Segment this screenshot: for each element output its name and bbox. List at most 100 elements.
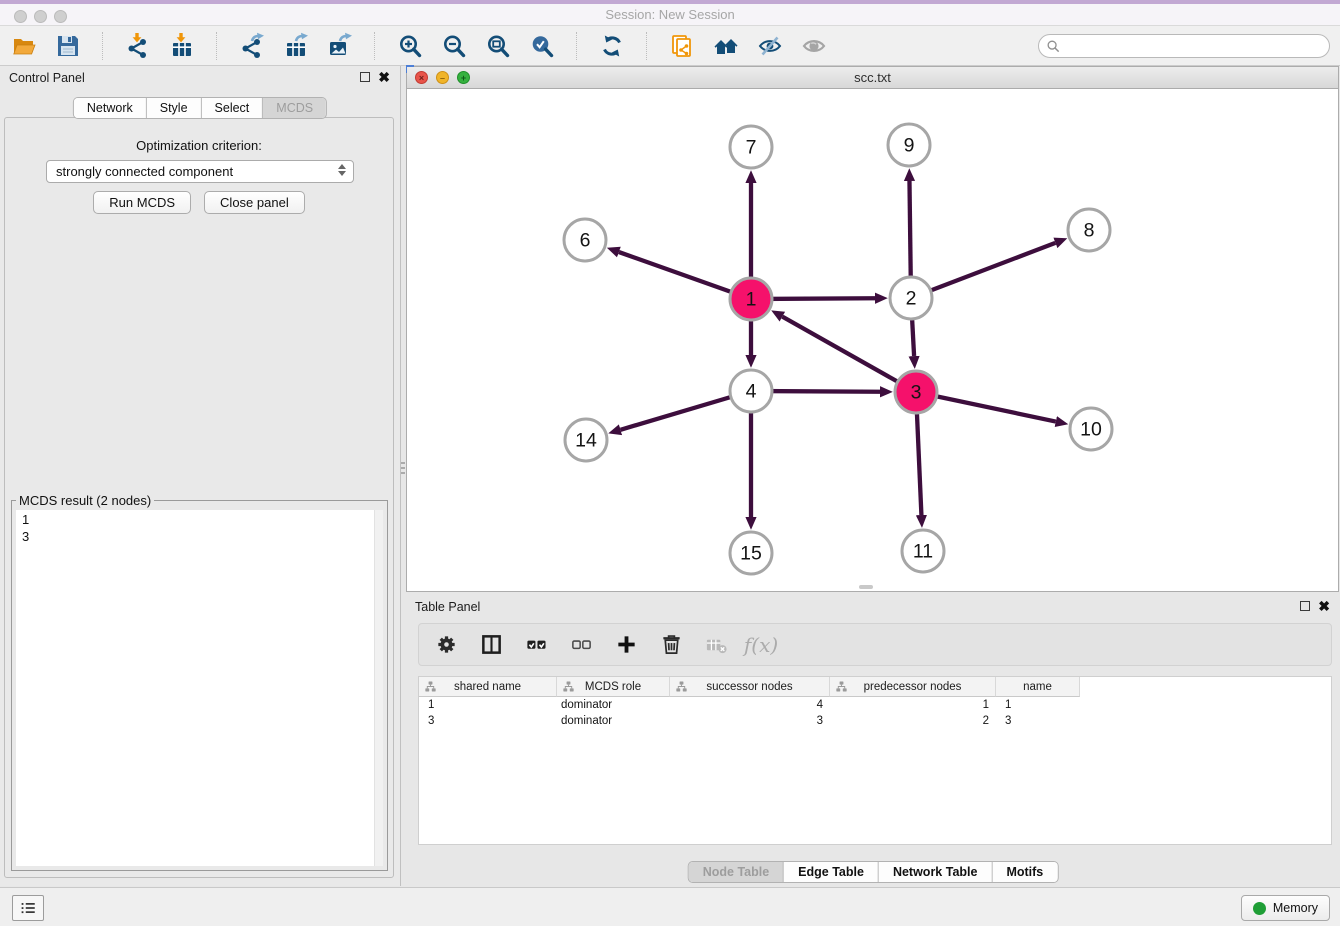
deselect-all-rows-button[interactable]	[568, 632, 594, 658]
table-cell: 1	[996, 697, 1080, 713]
edge-2-8[interactable]	[911, 243, 1055, 298]
export-network-button[interactable]	[238, 33, 265, 60]
tab-network-table[interactable]: Network Table	[879, 862, 993, 882]
app-titlebar: Session: New Session	[0, 0, 1340, 26]
delete-column-button[interactable]	[658, 632, 684, 658]
node-label: 14	[575, 430, 597, 452]
node-3[interactable]: 3	[895, 371, 937, 413]
export-table-button[interactable]	[282, 33, 309, 60]
table-row[interactable]: 1dominator411	[419, 697, 1331, 713]
network-graph[interactable]: 7 9 6 8 1 2 4 3 14 10 15 11	[407, 89, 1339, 592]
show-column-panel-button[interactable]	[478, 632, 504, 658]
zoom-in-icon	[398, 34, 422, 58]
delete-table-button[interactable]	[703, 632, 729, 658]
criterion-selected-value: strongly connected component	[56, 164, 233, 179]
network-canvas[interactable]: 7 9 6 8 1 2 4 3 14 10 15 11	[407, 89, 1338, 591]
combo-stepper-icon	[338, 164, 346, 176]
tab-edge-table[interactable]: Edge Table	[784, 862, 879, 882]
add-icon	[615, 633, 638, 656]
node-14[interactable]: 14	[565, 419, 607, 461]
app-title: Session: New Session	[0, 7, 1340, 22]
node-label: 9	[904, 135, 915, 157]
folder-open-icon	[12, 34, 36, 58]
export-table-icon	[284, 34, 308, 58]
export-image-button[interactable]	[326, 33, 353, 60]
trash-icon	[660, 633, 683, 656]
import-network-button[interactable]	[124, 33, 151, 60]
memory-button[interactable]: Memory	[1241, 895, 1330, 921]
tab-select[interactable]: Select	[202, 98, 264, 118]
table-panel-header: Table Panel ✖	[406, 595, 1340, 621]
table-row[interactable]: 3dominator323	[419, 713, 1331, 729]
node-8[interactable]: 8	[1068, 209, 1110, 251]
import-network-icon	[126, 34, 150, 58]
node-10[interactable]: 10	[1070, 408, 1112, 450]
eye-disabled-icon	[802, 34, 826, 58]
float-panel-icon[interactable]	[360, 72, 370, 82]
table-settings-button[interactable]	[433, 632, 459, 658]
node-table: shared name MCDS role successor nodesprede…	[418, 676, 1332, 845]
search-input[interactable]	[1065, 36, 1321, 56]
tab-mcds[interactable]: MCDS	[263, 98, 326, 118]
select-all-rows-button[interactable]	[523, 632, 549, 658]
node-11[interactable]: 11	[902, 530, 944, 572]
add-column-button[interactable]	[613, 632, 639, 658]
node-2[interactable]: 2	[890, 277, 932, 319]
toolbar-divider	[102, 32, 103, 60]
tab-node-table[interactable]: Node Table	[689, 862, 784, 882]
tab-style[interactable]: Style	[147, 98, 202, 118]
new-network-from-selection-button[interactable]	[668, 33, 695, 60]
zoom-in-button[interactable]	[396, 33, 423, 60]
first-neighbors-button[interactable]	[712, 33, 739, 60]
search-box[interactable]	[1038, 34, 1330, 58]
hide-selected-button[interactable]	[756, 33, 783, 60]
node-7[interactable]: 7	[730, 126, 772, 168]
node-1[interactable]: 1	[730, 278, 772, 320]
export-network-icon	[240, 34, 264, 58]
node-label: 3	[911, 382, 922, 404]
mcds-result-box[interactable]: 13	[16, 510, 383, 866]
float-table-panel-icon[interactable]	[1300, 601, 1310, 611]
column-header-name[interactable]: name	[996, 677, 1080, 697]
column-header-shared-name[interactable]: shared name	[419, 677, 557, 697]
column-header-successor-nodes[interactable]: successor nodes	[670, 677, 830, 697]
result-scrollbar[interactable]	[374, 510, 383, 866]
node-6[interactable]: 6	[564, 219, 606, 261]
zoom-fit-button[interactable]	[484, 33, 511, 60]
tab-network[interactable]: Network	[74, 98, 147, 118]
node-4[interactable]: 4	[730, 370, 772, 412]
function-builder-button[interactable]: f(x)	[748, 632, 774, 658]
zoom-selected-button[interactable]	[528, 33, 555, 60]
edge-3-1[interactable]	[782, 317, 916, 392]
automation-menu-button[interactable]	[12, 895, 44, 921]
table-cell: dominator	[557, 713, 670, 729]
toolbar-divider	[646, 32, 647, 60]
close-panel-button[interactable]: Close panel	[204, 191, 305, 214]
zoom-out-icon	[442, 34, 466, 58]
apply-layout-button[interactable]	[598, 33, 625, 60]
save-session-button[interactable]	[54, 33, 81, 60]
canvas-scrollbar-dash[interactable]	[859, 585, 873, 589]
control-panel: Control Panel ✖ NetworkStyleSelectMCDS O…	[0, 66, 401, 886]
node-15[interactable]: 15	[730, 532, 772, 574]
import-table-button[interactable]	[168, 33, 195, 60]
run-mcds-button[interactable]: Run MCDS	[93, 191, 191, 214]
node-label: 1	[746, 289, 757, 311]
split-icon	[480, 633, 503, 656]
column-header-mcds-role[interactable]: MCDS role	[557, 677, 670, 697]
tab-motifs[interactable]: Motifs	[992, 862, 1057, 882]
zoom-out-button[interactable]	[440, 33, 467, 60]
column-header-label: MCDS role	[585, 681, 641, 693]
table-cell: 1	[830, 697, 996, 713]
toolbar-divider	[374, 32, 375, 60]
node-label: 4	[746, 381, 757, 403]
criterion-select[interactable]: strongly connected component	[46, 160, 354, 183]
node-9[interactable]: 9	[888, 124, 930, 166]
close-table-panel-icon[interactable]: ✖	[1318, 600, 1330, 612]
column-header-predecessor-nodes[interactable]: predecessor nodes	[830, 677, 996, 697]
list-menu-icon	[19, 899, 37, 917]
show-all-button[interactable]	[800, 33, 827, 60]
close-panel-icon[interactable]: ✖	[378, 71, 390, 83]
clone-network-icon	[670, 34, 694, 58]
open-session-button[interactable]	[10, 33, 37, 60]
